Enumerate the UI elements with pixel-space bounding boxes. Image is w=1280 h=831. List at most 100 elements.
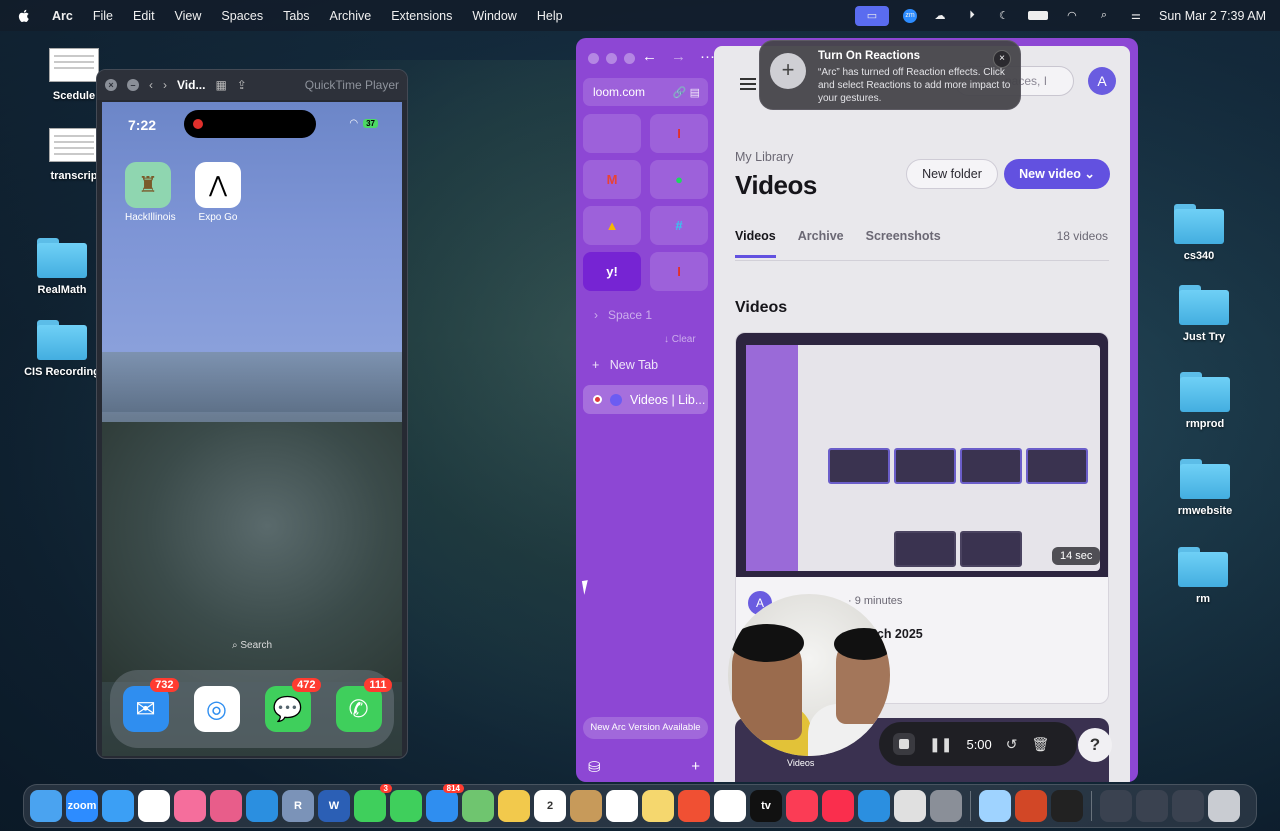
appstore-icon[interactable] — [858, 790, 890, 822]
preview-icon[interactable] — [979, 790, 1011, 822]
share-icon[interactable]: ⇪ — [237, 78, 247, 92]
tab-screenshots[interactable]: Screenshots — [866, 229, 941, 258]
url-bar[interactable]: loom.com 🔗 ▤ — [583, 78, 708, 106]
screen-share-icon[interactable]: ▭ — [854, 5, 889, 26]
desktop-folder-cis-recording[interactable]: CIS Recording — [17, 320, 107, 378]
focus-icon[interactable]: ☾ — [995, 9, 1013, 23]
archive-icon[interactable]: ⛁ — [588, 758, 601, 776]
photos-icon[interactable] — [498, 790, 530, 822]
spotify-favicon[interactable]: ● — [650, 160, 708, 199]
finder-icon[interactable] — [30, 790, 62, 822]
hackillinois-favicon[interactable]: I — [650, 252, 708, 291]
tab-videos-library[interactable]: Videos | Lib... — [583, 385, 708, 414]
calendar-icon[interactable]: 2 — [534, 790, 566, 822]
menu-help[interactable]: Help — [537, 9, 563, 23]
settings-icon[interactable] — [930, 790, 962, 822]
facetime-icon[interactable]: 3 — [354, 784, 392, 822]
hamburger-menu-icon[interactable] — [740, 78, 756, 90]
appletv-icon[interactable]: tv — [750, 790, 782, 822]
close-icon[interactable]: × — [993, 50, 1011, 68]
forward-arrow-icon[interactable]: → — [671, 48, 686, 65]
new-folder-button[interactable]: New folder — [906, 159, 998, 189]
trash-icon[interactable]: 🗑 — [1032, 736, 1050, 753]
tab-archive[interactable]: Archive — [798, 229, 844, 258]
slack-favicon[interactable]: # — [650, 206, 708, 245]
restart-icon[interactable]: ↺ — [1006, 736, 1018, 753]
more-icon[interactable]: ··· — [700, 48, 715, 65]
contacts-icon[interactable] — [570, 790, 602, 822]
music-icon[interactable] — [786, 790, 818, 822]
breadcrumb[interactable]: My Library — [735, 150, 793, 164]
word-icon[interactable]: W — [318, 790, 350, 822]
window-thumb-3[interactable] — [1172, 790, 1204, 822]
chrome-icon[interactable] — [138, 790, 170, 822]
menu-window[interactable]: Window — [472, 9, 516, 23]
reactions-notification[interactable]: + Turn On Reactions “Arc” has turned off… — [759, 40, 1021, 110]
camera-bubble[interactable] — [728, 594, 890, 756]
hackillinois-favicon[interactable]: I — [650, 114, 708, 153]
link-icon[interactable]: 🔗 ▤ — [673, 86, 700, 99]
menu-file[interactable]: File — [93, 9, 113, 23]
window-thumb-1[interactable] — [1100, 790, 1132, 822]
clear-button[interactable]: ↓ Clear — [664, 334, 696, 345]
video-thumbnail[interactable]: 14 sec — [736, 333, 1108, 577]
zoom-button[interactable] — [624, 53, 635, 64]
launchpad-icon[interactable] — [210, 790, 242, 822]
phone-icon[interactable]: ✆ 111 — [335, 678, 392, 732]
menu-extensions[interactable]: Extensions — [391, 9, 452, 23]
back-icon[interactable]: ‹ — [149, 78, 153, 92]
desktop-folder-rmprod[interactable]: rmprod — [1160, 372, 1250, 430]
search-icon[interactable]: ⌕ — [1095, 9, 1113, 23]
vscode-icon[interactable] — [246, 790, 278, 822]
desktop-folder-rm[interactable]: rm — [1158, 547, 1248, 605]
space-row[interactable]: › Space 1 — [594, 308, 652, 322]
powerpoint-icon[interactable] — [1015, 790, 1047, 822]
drive-favicon[interactable]: ▲ — [583, 206, 641, 245]
pause-icon[interactable]: ❚❚ — [929, 736, 952, 753]
menu-tabs[interactable]: Tabs — [283, 9, 309, 23]
menu-spaces[interactable]: Spaces — [221, 9, 263, 23]
close-icon[interactable]: × — [105, 79, 117, 91]
safari-icon[interactable]: ◎ — [193, 686, 240, 732]
new-video-button[interactable]: New video ⌄ — [1004, 159, 1110, 189]
mail-icon[interactable]: ✉ 732 — [122, 678, 179, 732]
wifi-icon[interactable]: ◠ — [1063, 9, 1081, 23]
simulator-icon[interactable] — [894, 790, 926, 822]
avatar[interactable]: A — [1088, 67, 1116, 95]
git-icon[interactable] — [678, 790, 710, 822]
gmail-favicon[interactable]: M — [583, 160, 641, 199]
new-version-banner[interactable]: New Arc Version Available — [583, 717, 708, 739]
menu-app-name[interactable]: Arc — [52, 9, 73, 23]
app-hackillinois[interactable]: ♜ HackIllinois — [125, 162, 176, 223]
window-thumb-2[interactable] — [1136, 790, 1168, 822]
maps-icon[interactable] — [462, 790, 494, 822]
help-button[interactable]: ? — [1078, 728, 1112, 762]
tab-videos[interactable]: Videos — [735, 229, 776, 258]
stop-recording-button[interactable] — [893, 733, 915, 755]
battery-icon[interactable] — [1027, 9, 1049, 23]
menu-clock[interactable]: Sun Mar 2 7:39 AM — [1159, 9, 1266, 23]
minimize-icon[interactable]: – — [127, 79, 139, 91]
menu-edit[interactable]: Edit — [133, 9, 155, 23]
desktop-folder-realmath[interactable]: RealMath — [17, 238, 107, 296]
news-icon[interactable] — [822, 790, 854, 822]
desktop-folder-cs340[interactable]: cs340 — [1154, 204, 1244, 262]
yahoo-favicon[interactable]: y! — [583, 252, 641, 291]
phone-search-pill[interactable]: ⌕ Search — [102, 640, 402, 651]
r-icon[interactable]: R — [282, 790, 314, 822]
quicktime-titlebar[interactable]: × – ‹ › Vid... ▦ ⇪ QuickTime Player — [97, 70, 407, 100]
freeform-icon[interactable] — [714, 790, 746, 822]
add-icon[interactable]: + — [691, 758, 700, 776]
trash-icon[interactable] — [1208, 790, 1240, 822]
recording-icon[interactable] — [1051, 790, 1083, 822]
arc-icon[interactable] — [174, 790, 206, 822]
safari-icon[interactable] — [102, 790, 134, 822]
minimize-button[interactable] — [606, 53, 617, 64]
back-arrow-icon[interactable]: ← — [642, 48, 657, 65]
grid-icon[interactable]: ▦ — [215, 78, 226, 92]
menu-archive[interactable]: Archive — [330, 9, 372, 23]
desktop-folder-rmwebsite[interactable]: rmwebsite — [1160, 459, 1250, 517]
menu-view[interactable]: View — [175, 9, 202, 23]
mail-icon[interactable]: 814 — [426, 784, 464, 822]
reminders-icon[interactable] — [606, 790, 638, 822]
